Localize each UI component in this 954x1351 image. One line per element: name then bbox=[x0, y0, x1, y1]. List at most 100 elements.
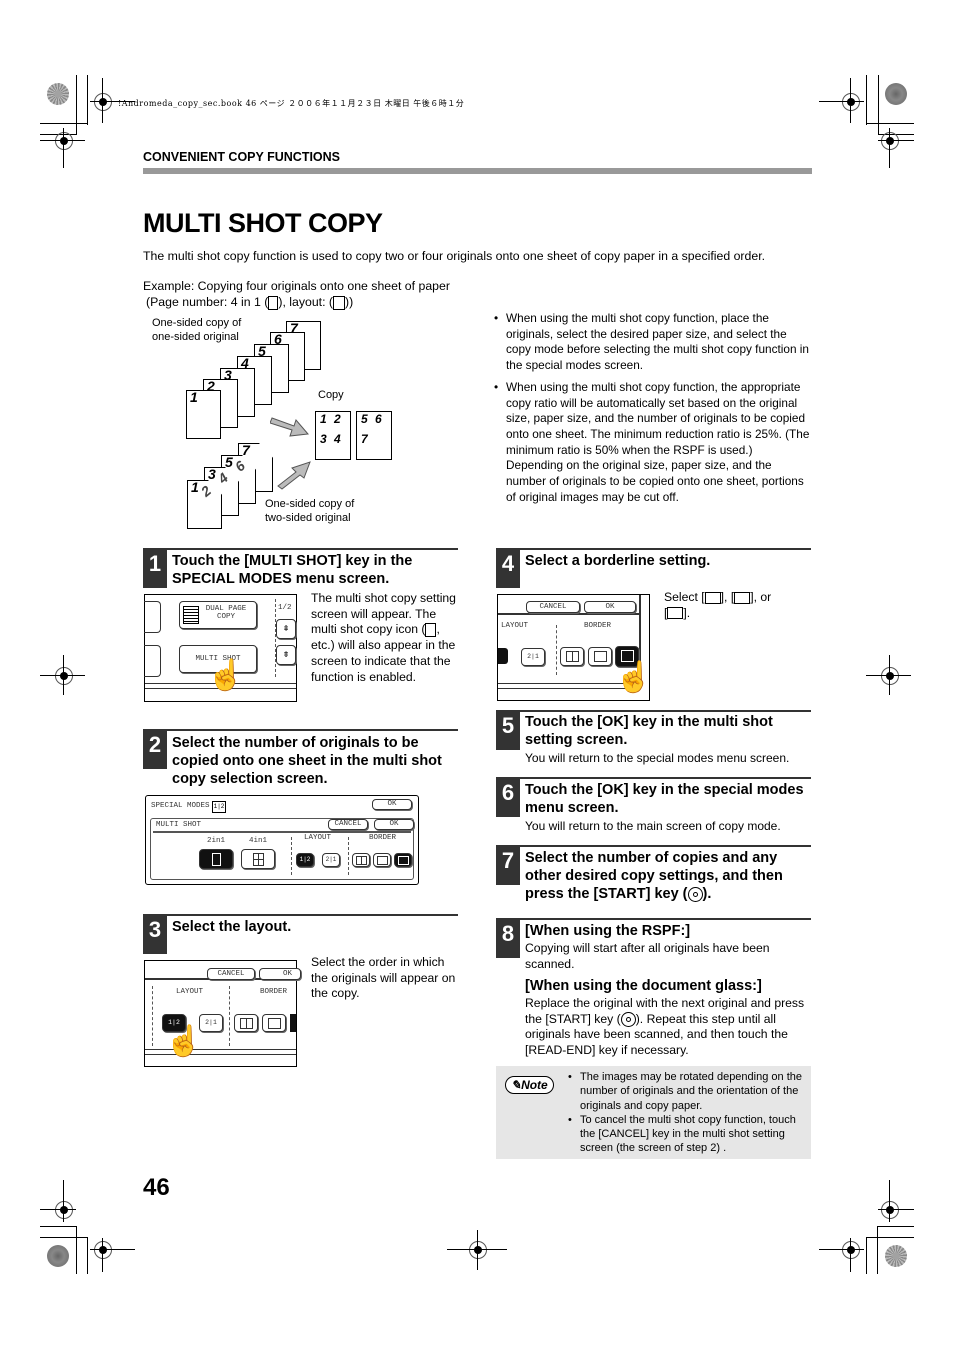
crop-line bbox=[40, 1237, 88, 1238]
step-number: 2 bbox=[143, 731, 167, 769]
crop-line bbox=[866, 1237, 914, 1238]
crop-line bbox=[819, 101, 864, 102]
layout-1-2-button[interactable]: 1|2 bbox=[296, 853, 314, 867]
section-label: CONVENIENT COPY FUNCTIONS bbox=[143, 150, 341, 164]
hand-pointer-icon: ☝ bbox=[615, 661, 653, 694]
step-number: 6 bbox=[496, 779, 520, 817]
step-rule bbox=[496, 918, 811, 920]
layout-label: LAYOUT bbox=[176, 988, 204, 996]
border-none-button-partial[interactable] bbox=[290, 1014, 296, 1032]
hand-pointer-icon: ☝ bbox=[165, 1025, 203, 1058]
dual-page-copy-button[interactable]: DUAL PAGE COPY bbox=[179, 601, 257, 629]
multi-shot-icon bbox=[425, 623, 437, 638]
step-desc-rspf: Copying will start after all originals h… bbox=[525, 941, 770, 971]
multi-shot-label: MULTI SHOT bbox=[156, 821, 202, 829]
border-none-button[interactable] bbox=[394, 853, 412, 867]
crop-line bbox=[40, 123, 88, 124]
crop-line bbox=[878, 75, 879, 135]
layout-2-1-button[interactable]: 2|1 bbox=[521, 648, 545, 666]
step-rule bbox=[496, 548, 811, 550]
ok-top-button[interactable]: OK bbox=[372, 799, 412, 810]
page-up-button[interactable]: ⇞ bbox=[276, 619, 296, 639]
crop-line bbox=[87, 75, 88, 125]
registration-mark-icon bbox=[842, 93, 860, 111]
step-rule bbox=[496, 710, 811, 712]
special-modes-label: SPECIAL MODES bbox=[151, 802, 210, 810]
step-desc: You will return to the main screen of co… bbox=[525, 819, 781, 833]
crop-line bbox=[40, 1209, 76, 1210]
cancel-button[interactable]: CANCEL bbox=[207, 968, 255, 980]
registration-mark-icon bbox=[55, 1201, 73, 1219]
crop-line bbox=[878, 140, 914, 141]
example-line-2: (Page number: 4 in 1 (), layout: ()) bbox=[146, 295, 354, 310]
registration-mark-icon bbox=[881, 667, 899, 685]
step-subtitle-glass: [When using the document glass:] bbox=[525, 978, 762, 994]
four-in-one-button[interactable] bbox=[241, 849, 275, 869]
registration-mark-icon bbox=[55, 132, 73, 150]
cancel-button[interactable]: CANCEL bbox=[328, 819, 368, 830]
usage-note: When using the multi shot copy function,… bbox=[494, 311, 812, 374]
intro-text: The multi shot copy function is used to … bbox=[143, 249, 766, 263]
example-line-1: Example: Copying four originals onto one… bbox=[143, 279, 450, 293]
border-label: BORDER bbox=[260, 988, 288, 996]
layout-label: LAYOUT bbox=[501, 622, 529, 630]
screen-edge-button[interactable] bbox=[144, 645, 161, 677]
screen-edge-button[interactable] bbox=[144, 601, 161, 633]
border-solid-button[interactable] bbox=[234, 1014, 258, 1032]
layout-label: LAYOUT bbox=[304, 834, 332, 842]
step-title: Select the number of copies and any othe… bbox=[525, 850, 783, 902]
crop-line bbox=[477, 1230, 478, 1270]
ok-button[interactable]: OK bbox=[584, 601, 636, 613]
border-solid-icon bbox=[704, 591, 721, 604]
crop-line bbox=[87, 1237, 88, 1274]
page-down-button[interactable]: ⇟ bbox=[276, 645, 296, 665]
usage-note: When using the multi shot copy function,… bbox=[494, 380, 812, 506]
layout-2-1-button[interactable]: 2|1 bbox=[322, 853, 340, 867]
layout-2-1-button[interactable]: 2|1 bbox=[199, 1014, 223, 1032]
registration-mark-icon bbox=[55, 667, 73, 685]
start-key-icon bbox=[620, 1011, 636, 1027]
border-dotted-button[interactable] bbox=[373, 853, 391, 867]
step-rule bbox=[496, 845, 811, 847]
cancel-button[interactable]: CANCEL bbox=[526, 601, 580, 613]
crop-line bbox=[40, 1226, 77, 1227]
layout-screen: CANCEL OK LAYOUT BORDER 1|2 2|1 ☝ bbox=[144, 960, 301, 1067]
arrow-up-right-icon bbox=[277, 461, 311, 490]
border-none-icon bbox=[398, 856, 409, 865]
step-title: Select a borderline setting. bbox=[525, 553, 711, 569]
inner-panel: MULTI SHOT CANCEL OK 2in1 4in1 LAYOUT 1|… bbox=[150, 818, 414, 880]
crop-line bbox=[877, 1226, 878, 1274]
special-modes-screen: DUAL PAGE COPY MULTI SHOT 1/2 ⇞ ⇟ ☝ bbox=[144, 594, 297, 702]
step4-desc: Select [], [], or []. bbox=[664, 590, 772, 620]
four-in-one-icon bbox=[268, 295, 279, 310]
registration-mark-icon bbox=[94, 1241, 112, 1259]
note-item: To cancel the multi shot copy function, … bbox=[568, 1113, 806, 1156]
step-desc-glass: Replace the original with the next origi… bbox=[525, 996, 805, 1058]
copy-sheet-2: 5 6 7 bbox=[356, 411, 392, 460]
layout-1234-icon bbox=[333, 295, 346, 310]
step-subtitle-rspf: [When using the RSPF:] bbox=[525, 923, 691, 939]
border-dotted-button[interactable] bbox=[588, 647, 612, 666]
ok-button[interactable]: OK bbox=[259, 968, 301, 980]
two-in-one-button[interactable] bbox=[199, 849, 233, 869]
border-none-icon bbox=[667, 607, 684, 620]
crop-line bbox=[90, 1249, 135, 1250]
note-badge: ✎Note bbox=[505, 1076, 554, 1094]
border-label: BORDER bbox=[584, 622, 612, 630]
step-rule bbox=[143, 914, 458, 916]
page-indicator: 1/2 bbox=[278, 604, 292, 612]
border-dotted-button[interactable] bbox=[262, 1014, 286, 1032]
ok-button[interactable]: OK bbox=[374, 819, 414, 830]
crop-line bbox=[889, 1180, 890, 1222]
border-solid-button[interactable] bbox=[560, 647, 584, 666]
step-title: Touch the [MULTI SHOT] key in the SPECIA… bbox=[172, 553, 413, 587]
section-rule bbox=[143, 168, 812, 174]
step-rule bbox=[143, 729, 458, 731]
registration-disc-icon bbox=[885, 1245, 907, 1267]
registration-disc-icon bbox=[47, 83, 69, 105]
usage-notes: When using the multi shot copy function,… bbox=[494, 311, 812, 505]
layout-1-2-button-partial[interactable] bbox=[498, 648, 508, 664]
border-solid-icon bbox=[356, 856, 367, 865]
border-solid-button[interactable] bbox=[352, 853, 370, 867]
page-number: 46 bbox=[143, 1174, 170, 1201]
